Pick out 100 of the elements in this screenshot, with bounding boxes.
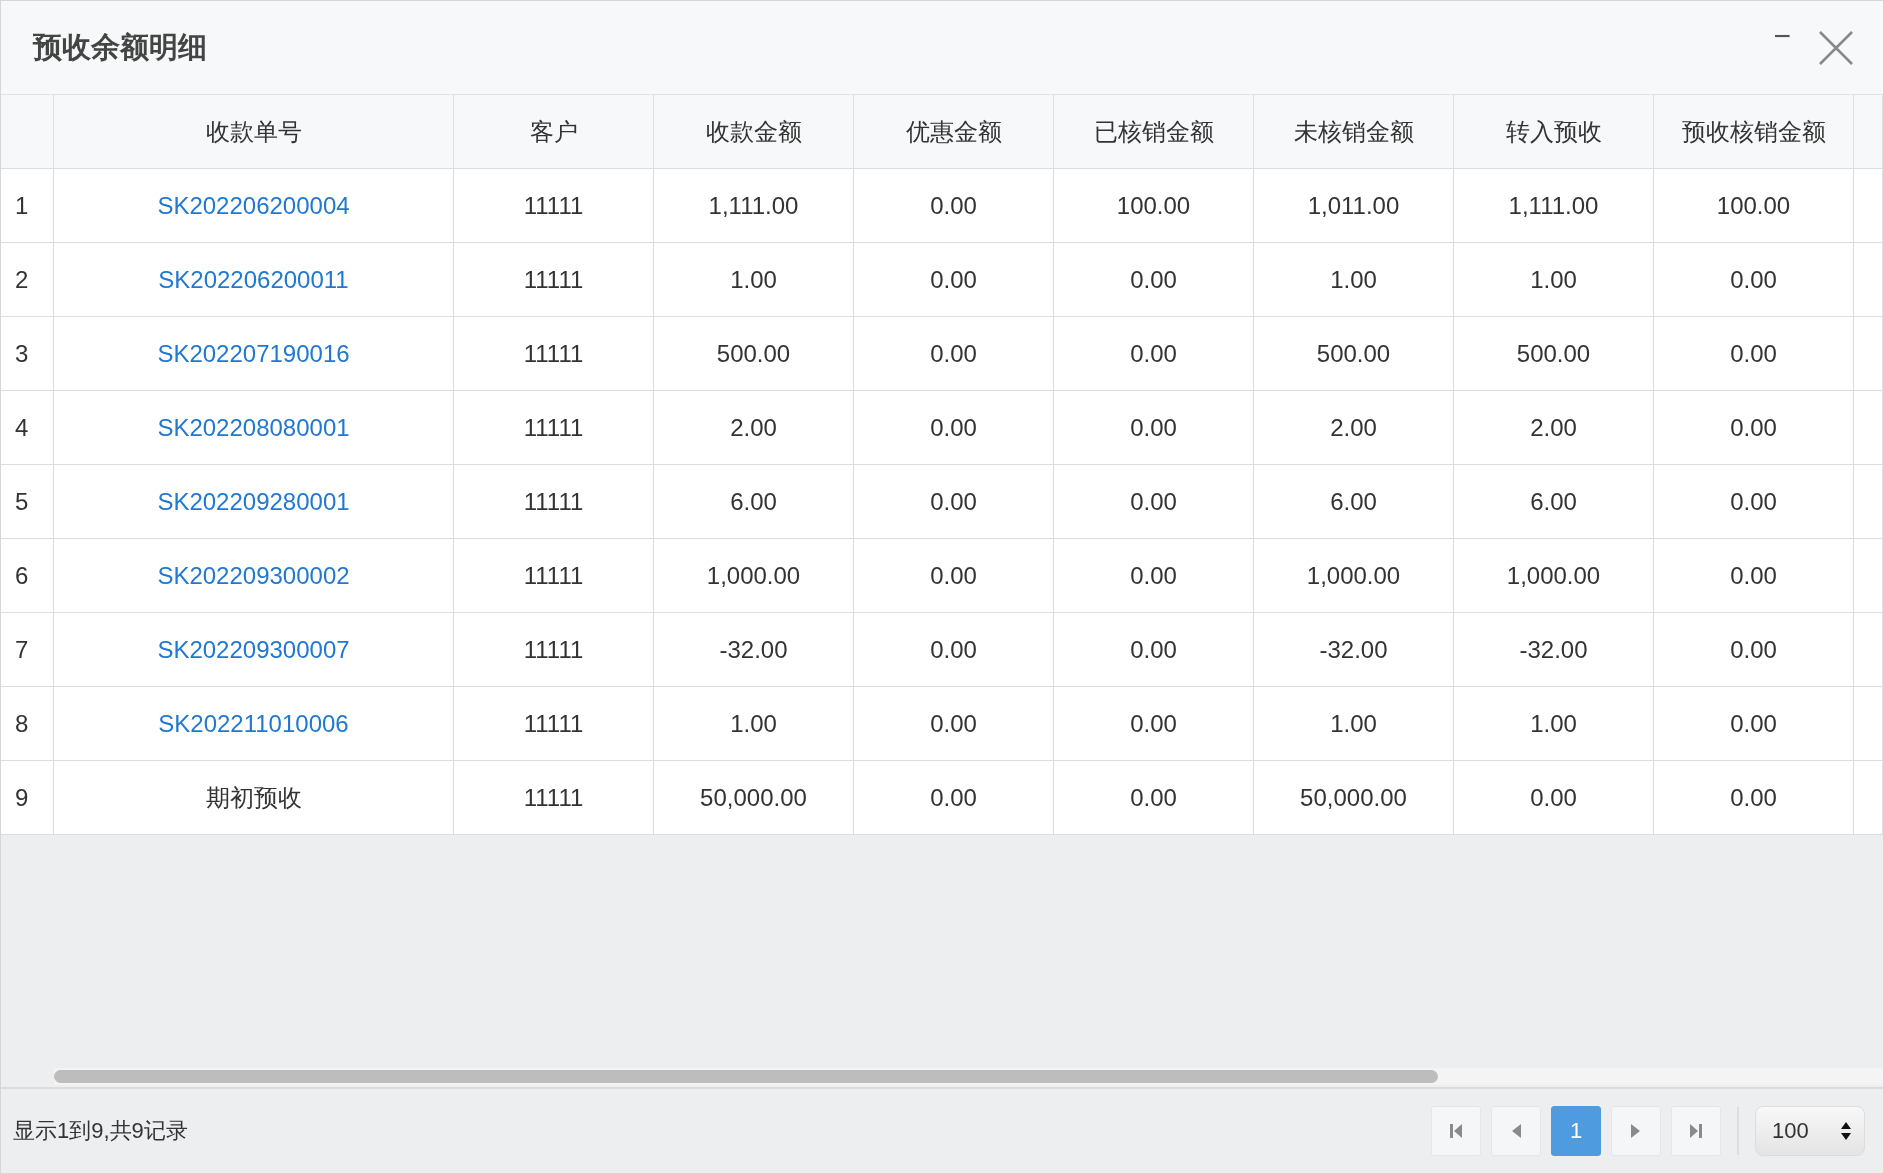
table-cell: 0.00	[1054, 465, 1254, 539]
window-title: 预收余额明细	[33, 29, 208, 65]
table-cell: 0.00	[1054, 687, 1254, 761]
table-cell: 6.00	[1454, 465, 1654, 539]
row-number: 8	[1, 687, 54, 761]
receipt-link[interactable]: SK202209300007	[157, 635, 350, 664]
table-cell: 11111	[454, 317, 654, 391]
table-cell: 0.00	[1654, 761, 1854, 835]
table-cell: 1.00	[654, 687, 854, 761]
minimize-button[interactable]: −	[1767, 20, 1797, 51]
row-number: 2	[1, 243, 54, 317]
row-number: 1	[1, 169, 54, 243]
page-button[interactable]: 1	[1551, 1106, 1601, 1156]
table-cell: 1,111.00	[654, 169, 854, 243]
table-cell: 0.00	[1054, 613, 1254, 687]
table-cell: 1,011.00	[1254, 169, 1454, 243]
table-cell: 11111	[454, 613, 654, 687]
previous-page-button[interactable]	[1491, 1106, 1541, 1156]
column-header: 收款金额	[654, 95, 854, 169]
column-header: 客户	[454, 95, 654, 169]
page-size-select[interactable]: 100	[1755, 1106, 1865, 1156]
table-cell: 0.00	[1054, 317, 1254, 391]
table-cell: 0.00	[1654, 317, 1854, 391]
table-cell: 50,000.00	[654, 761, 854, 835]
up-down-arrows-icon	[1840, 1120, 1852, 1142]
row-number: 3	[1, 317, 54, 391]
table-cell: 0.00	[1054, 391, 1254, 465]
column-header: 收款单号	[54, 95, 454, 169]
table-cell: 0.00	[1654, 243, 1854, 317]
last-page-button[interactable]	[1671, 1106, 1721, 1156]
column-header: 优惠金额	[854, 95, 1054, 169]
close-icon[interactable]	[1817, 28, 1855, 67]
table-cell: 500.00	[1254, 317, 1454, 391]
table-cell: 1.00	[1254, 687, 1454, 761]
table-cell: 0.00	[854, 465, 1054, 539]
table-cell: 11111	[454, 169, 654, 243]
table-cell: 期初预收	[54, 761, 454, 835]
table-cell: -32.00	[1454, 613, 1654, 687]
table-cell: 0.00	[854, 391, 1054, 465]
row-number: 7	[1, 613, 54, 687]
next-page-button[interactable]	[1611, 1106, 1661, 1156]
table-cell: -32.00	[654, 613, 854, 687]
table-cell: 2.00	[1254, 391, 1454, 465]
table-cell: 0.00	[1654, 391, 1854, 465]
table-cell: 0.00	[1454, 761, 1654, 835]
table-cell: 1,000.00	[654, 539, 854, 613]
table-cell: 11111	[454, 243, 654, 317]
table-cell: 0.00	[1654, 613, 1854, 687]
scrollbar-thumb[interactable]	[54, 1070, 1438, 1083]
table-cell: 100.00	[1054, 169, 1254, 243]
table-cell: 0.00	[1654, 539, 1854, 613]
table-cell: 1.00	[1454, 687, 1654, 761]
table-cell: 0.00	[1654, 465, 1854, 539]
table-cell: 0.00	[1054, 243, 1254, 317]
receipt-link[interactable]: SK202209300002	[157, 561, 350, 590]
table-cell: 500.00	[654, 317, 854, 391]
receipt-link[interactable]: SK202206200004	[157, 191, 350, 220]
table-cell: 1,111.00	[1454, 169, 1654, 243]
table-cell: 2.00	[1454, 391, 1654, 465]
table-cell: -32.00	[1254, 613, 1454, 687]
table-cell: 0.00	[854, 687, 1054, 761]
table-cell: 0.00	[854, 317, 1054, 391]
table-cell: 0.00	[854, 613, 1054, 687]
table-cell: 2.00	[654, 391, 854, 465]
column-header: 未核销金额	[1254, 95, 1454, 169]
table-cell: 11111	[454, 391, 654, 465]
table-cell: 0.00	[854, 761, 1054, 835]
receipt-link[interactable]: SK202209280001	[157, 487, 350, 516]
table-cell: 6.00	[654, 465, 854, 539]
row-number: 9	[1, 761, 54, 835]
table-cell: 1,000.00	[1454, 539, 1654, 613]
table-cell: 0.00	[854, 243, 1054, 317]
table-cell: 11111	[454, 761, 654, 835]
column-header: 预收核销金额	[1654, 95, 1854, 169]
table-cell: 50,000.00	[1254, 761, 1454, 835]
table-cell: 0.00	[1054, 761, 1254, 835]
table-cell: 0.00	[1654, 687, 1854, 761]
table-cell: 11111	[454, 687, 654, 761]
receipt-link[interactable]: SK202208080001	[157, 413, 350, 442]
row-number: 6	[1, 539, 54, 613]
table-cell: 1.00	[1454, 243, 1654, 317]
table-cell: 0.00	[1054, 539, 1254, 613]
table-cell: 11111	[454, 465, 654, 539]
table-cell: 0.00	[854, 169, 1054, 243]
column-header: 已核销金额	[1054, 95, 1254, 169]
table-cell: 11111	[454, 539, 654, 613]
column-header: 转入预收	[1454, 95, 1654, 169]
horizontal-scrollbar[interactable]	[54, 1068, 1883, 1085]
receipt-link[interactable]: SK202206200011	[158, 265, 349, 294]
table-cell: 1.00	[654, 243, 854, 317]
receipt-link[interactable]: SK202211010006	[158, 709, 349, 738]
table-cell: 500.00	[1454, 317, 1654, 391]
table-cell: 0.00	[854, 539, 1054, 613]
row-number: 4	[1, 391, 54, 465]
table-cell: 1,000.00	[1254, 539, 1454, 613]
table-cell: 6.00	[1254, 465, 1454, 539]
record-summary: 显示1到9,共9记录	[13, 1117, 189, 1145]
first-page-button[interactable]	[1431, 1106, 1481, 1156]
table-cell: 1.00	[1254, 243, 1454, 317]
receipt-link[interactable]: SK202207190016	[157, 339, 350, 368]
